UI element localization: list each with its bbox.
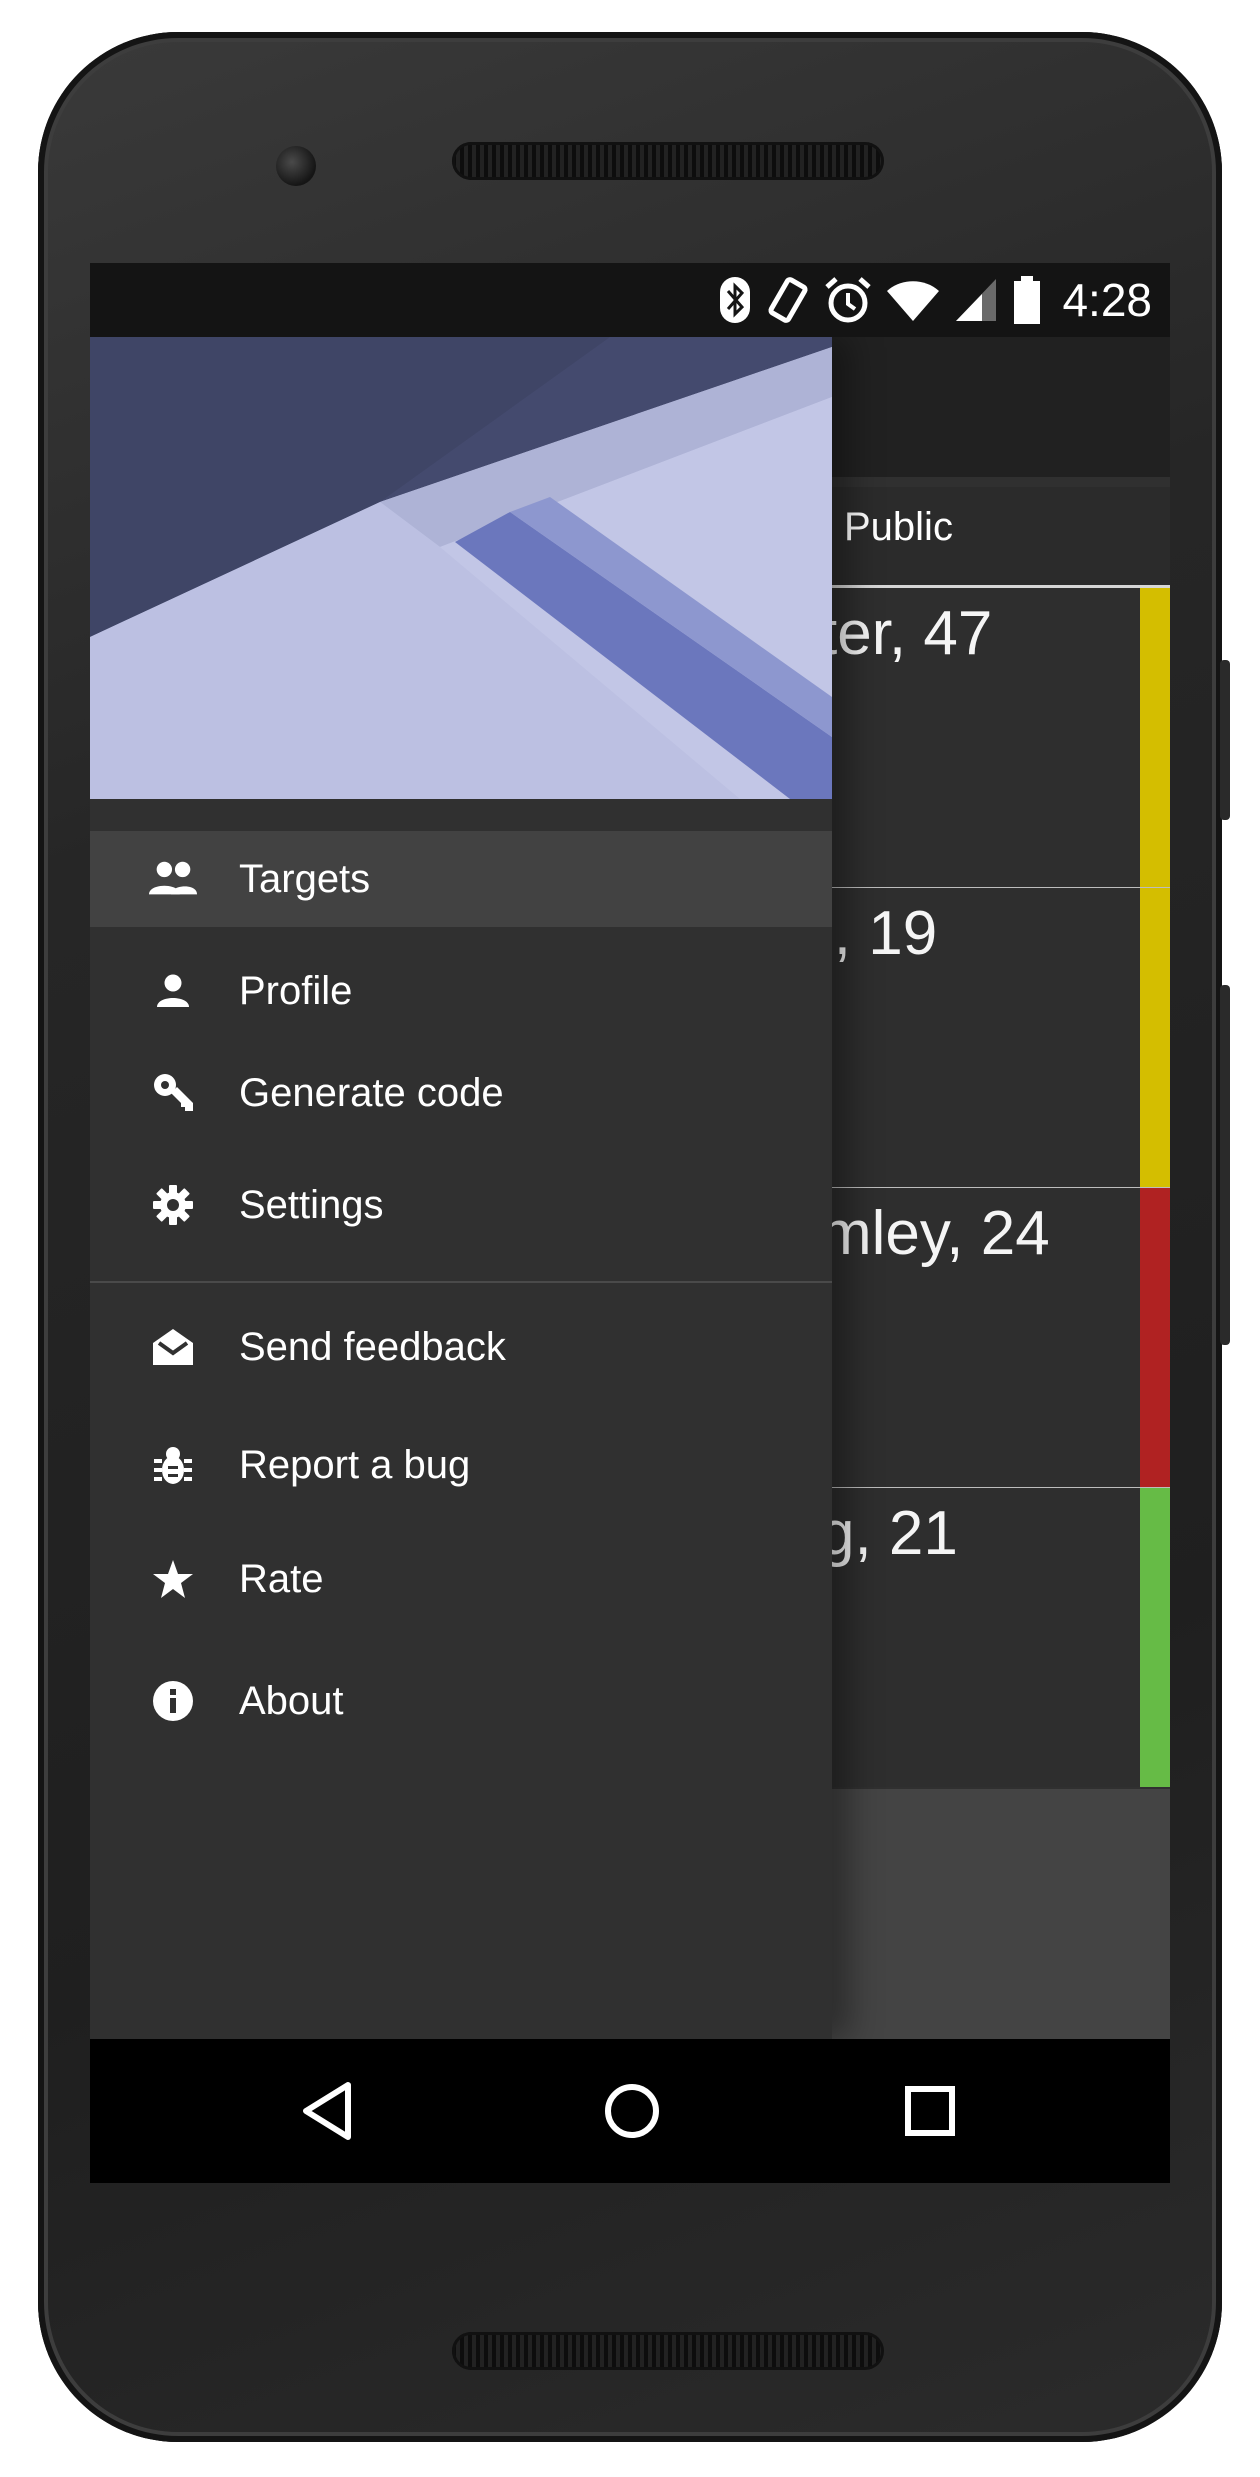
screen: Public ter, 47 l, 19 mley, 24 g, 21 Targ…	[90, 263, 1170, 2183]
signal-icon	[954, 277, 998, 323]
person-icon	[148, 966, 198, 1016]
feedback-mail-icon	[148, 1322, 198, 1372]
menu-divider	[90, 1281, 832, 1283]
status-bar: 4:28	[90, 263, 1170, 337]
drawer-header-image	[90, 337, 832, 799]
system-nav-bar	[90, 2039, 1170, 2183]
back-icon[interactable]	[298, 2079, 362, 2143]
menu-item-label: Report a bug	[239, 1442, 471, 1487]
target-name: g, 21	[820, 1499, 958, 1568]
menu-item-label: Profile	[239, 968, 353, 1013]
power-button	[1220, 985, 1230, 1345]
target-name: l, 19	[820, 899, 938, 968]
info-icon	[148, 1676, 198, 1726]
material-header-art	[90, 337, 832, 799]
target-name: ter, 47	[820, 599, 993, 668]
menu-item-targets[interactable]: Targets	[90, 831, 832, 927]
menu-item-rate[interactable]: Rate	[90, 1531, 832, 1627]
home-icon[interactable]	[600, 2079, 664, 2143]
status-strip	[1140, 588, 1170, 887]
menu-item-label: Send feedback	[239, 1324, 506, 1369]
recents-icon[interactable]	[898, 2079, 962, 2143]
menu-item-label: Settings	[239, 1182, 384, 1227]
menu-item-settings[interactable]: Settings	[90, 1157, 832, 1253]
menu-item-send-feedback[interactable]: Send feedback	[90, 1299, 832, 1395]
status-strip	[1140, 888, 1170, 1187]
bluetooth-icon	[718, 275, 752, 325]
status-strip	[1140, 1488, 1170, 1787]
status-clock: 4:28	[1062, 274, 1152, 326]
bottom-speaker	[452, 2332, 884, 2370]
key-icon	[148, 1068, 198, 1118]
star-icon	[148, 1554, 198, 1604]
menu-item-about[interactable]: About	[90, 1653, 832, 1749]
target-name: mley, 24	[820, 1199, 1050, 1268]
tab-public[interactable]: Public	[844, 505, 953, 550]
status-strip	[1140, 1188, 1170, 1487]
vibrate-icon	[766, 275, 810, 325]
top-speaker	[452, 142, 884, 180]
navigation-drawer: Targets Profile Generate code Settings S…	[90, 337, 832, 2039]
menu-item-profile[interactable]: Profile	[90, 943, 832, 1039]
gear-icon	[148, 1180, 198, 1230]
menu-item-report-bug[interactable]: Report a bug	[90, 1417, 832, 1513]
menu-item-label: About	[239, 1678, 344, 1723]
menu-item-label: Generate code	[239, 1070, 504, 1115]
wifi-icon	[886, 277, 940, 323]
front-camera	[276, 146, 316, 186]
volume-button	[1220, 660, 1230, 820]
bug-icon	[148, 1440, 198, 1490]
people-icon	[148, 854, 198, 904]
battery-icon	[1012, 275, 1042, 325]
menu-item-label: Rate	[239, 1556, 324, 1601]
menu-item-generate-code[interactable]: Generate code	[90, 1045, 832, 1141]
alarm-icon	[824, 275, 872, 325]
menu-item-label: Targets	[239, 856, 371, 901]
